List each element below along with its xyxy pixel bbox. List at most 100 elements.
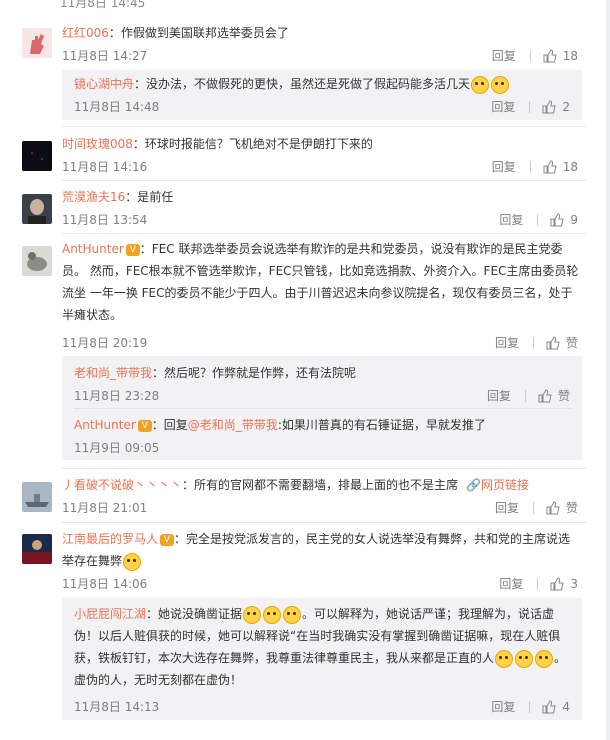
reply-box: 老和尚_带带我：然后呢？作弊就是作弊，还有法院呢 11月8日 23:28 回复 … [62, 356, 582, 460]
reply-button[interactable]: 回复 [491, 698, 515, 715]
emoji-icon [535, 649, 554, 668]
divider [62, 522, 586, 523]
reply-text: :如果川普真的有石锤证据，早就发推了 [277, 418, 486, 432]
like-count: 赞 [565, 501, 578, 515]
comment-panel: 11月8日 14:45 红红006：作假做到美国联邦选举委员会了 11月8日 1… [0, 0, 610, 740]
like-button[interactable]: 9 [550, 213, 578, 227]
like-button[interactable]: 赞 [546, 334, 578, 351]
emoji-icon [263, 605, 282, 624]
thumbs-up-icon [550, 576, 564, 590]
emoji-icon [243, 605, 262, 624]
thumbs-up-icon [538, 388, 552, 402]
avatar[interactable] [22, 28, 52, 58]
reply-button[interactable]: 回复 [495, 334, 519, 351]
comment-text: ：环球时报能信？飞机绝对不是伊朗打下来的 [132, 137, 373, 151]
web-link[interactable]: 🔗网页链接 [466, 478, 529, 492]
divider [529, 700, 531, 713]
reply-button[interactable]: 回复 [499, 211, 523, 228]
emoji-icon [491, 75, 510, 94]
avatar-dark-icon [22, 141, 52, 171]
mention-link[interactable]: @老和尚_带带我 [188, 418, 278, 432]
comment-username[interactable]: 时间玫瑰008 [62, 137, 133, 151]
reply-username[interactable]: 小屁屁闯江湖 [74, 607, 146, 621]
comment-time: 11月8日 14:27 [62, 49, 148, 63]
comment-item: 丿看破不说破丶丶丶丶：所有的官网都不需要翻墙，排最上面的也不是主席 🔗网页链接 1… [0, 474, 606, 522]
divider [532, 501, 534, 514]
divider [537, 577, 539, 590]
avatar[interactable] [22, 141, 52, 171]
reply-text: ：她说没确凿证据 [146, 607, 243, 621]
comment-username[interactable]: 红红006 [62, 26, 109, 40]
like-button[interactable]: 3 [550, 577, 578, 591]
thumbs-up-icon [543, 159, 557, 173]
comment-text: 流坐 一年一换 FEC的委员不能少于四人。由于川普迟迟未向参议院提名，现仅有委员… [62, 286, 573, 300]
avatar[interactable] [22, 534, 52, 564]
reply-time: 11月8日 14:13 [74, 700, 160, 714]
thumbs-up-icon [542, 99, 556, 113]
divider [74, 408, 572, 409]
comment-time: 11月8日 13:54 [62, 213, 148, 227]
divider [524, 389, 526, 402]
divider [62, 468, 586, 469]
comment-text: ：作假做到美国联邦选举委员会了 [108, 26, 289, 40]
like-button[interactable]: 18 [543, 49, 578, 63]
avatar-flag-icon [22, 534, 52, 564]
comment-text: ：所有的官网都不需要翻墙，排最上面的也不是主席 [182, 478, 459, 492]
reply-text: 伪！以后人赃俱获的时候，她可以解释说“在当时我确实没有掌握到确凿证据嘛，现在人赃… [74, 629, 561, 643]
like-button[interactable]: 赞 [546, 499, 578, 516]
divider [62, 180, 586, 181]
comment-text: ：FEC 联邦选举委员会说选举有欺诈的是共和党委员，说没有欺诈的是民主党委 [139, 242, 563, 256]
comment-item: 荒漠渔夫16：是前任 11月8日 13:54 回复 9 [0, 186, 606, 234]
divider [529, 160, 531, 173]
reply-time: 11月8日 23:28 [74, 389, 160, 403]
divider [529, 49, 531, 62]
reply-text: ：然后呢？作弊就是作弊，还有法院呢 [152, 366, 357, 380]
reply-button[interactable]: 回复 [499, 575, 523, 592]
partial-timestamp: 11月8日 14:45 [60, 0, 146, 10]
emoji-icon [515, 649, 534, 668]
thumbs-up-icon [550, 212, 564, 226]
reply-username[interactable]: 老和尚_带带我 [74, 366, 152, 380]
avatar[interactable] [22, 482, 52, 512]
reply-time: 11月8日 14:48 [74, 100, 160, 114]
comment-username[interactable]: 丿看破不说破丶丶丶丶 [62, 478, 182, 492]
comment-username[interactable]: AntHunter [62, 242, 124, 256]
like-button[interactable]: 2 [542, 100, 570, 114]
avatar-animal-icon [22, 246, 52, 276]
reply-button[interactable]: 回复 [487, 387, 511, 404]
reply-username[interactable]: 镜心湖中舟 [74, 77, 134, 91]
reply-button[interactable]: 回复 [491, 98, 515, 115]
thumbs-up-icon [542, 699, 556, 713]
comment-text: ：是前任 [125, 190, 174, 204]
thumbs-up-icon [546, 335, 560, 349]
reply-username[interactable]: AntHunter [74, 418, 136, 432]
emoji-icon [471, 75, 490, 94]
emoji-icon [495, 649, 514, 668]
divider [62, 126, 586, 127]
emoji-icon [123, 552, 142, 571]
like-button[interactable]: 18 [543, 160, 578, 174]
reply-text: 。可以解释为，她说话严谨；我理解为，说话虚 [302, 607, 555, 621]
like-button[interactable]: 赞 [538, 387, 570, 404]
reply-button[interactable]: 回复 [492, 158, 516, 175]
like-count: 9 [570, 212, 578, 227]
reply-text: ：回复 [151, 418, 188, 432]
like-button[interactable]: 4 [542, 700, 570, 714]
reply-button[interactable]: 回复 [495, 499, 519, 516]
divider [62, 233, 586, 234]
avatar[interactable] [22, 194, 52, 224]
comment-username[interactable]: 江南最后的罗马人 [62, 532, 158, 546]
comment-username[interactable]: 荒漠渔夫16 [62, 190, 125, 204]
vip-badge-icon: V [137, 419, 152, 432]
reply-box: 镜心湖中舟：没办法，不做假死的更快，虽然还是死做了假起码能多活几天 11月8日 … [62, 70, 582, 120]
avatar[interactable] [22, 246, 52, 276]
vip-badge-icon: V [160, 533, 175, 546]
vip-badge-icon: V [125, 243, 140, 256]
comment-text: 员。 然而，FEC根本就不管选举欺诈，FEC只管钱，比如竞选捐款、外资介入。FE… [62, 264, 579, 278]
emoji-icon [283, 605, 302, 624]
avatar-portrait-icon [22, 194, 52, 224]
reply-button[interactable]: 回复 [492, 47, 516, 64]
divider [532, 336, 534, 349]
comment-time: 11月8日 14:16 [62, 160, 148, 174]
avatar-ship-icon [22, 482, 52, 512]
